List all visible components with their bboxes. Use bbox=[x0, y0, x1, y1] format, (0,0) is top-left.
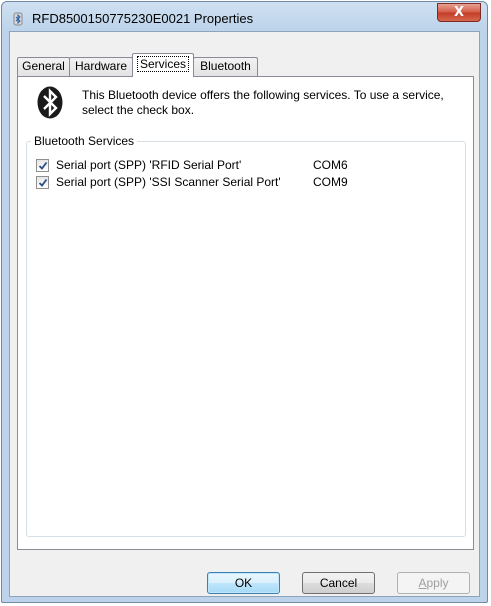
properties-window: RFD8500150775230E0021 Properties X Gener… bbox=[1, 1, 488, 603]
service-row-rfid: Serial port (SPP) 'RFID Serial Port' COM… bbox=[36, 158, 456, 174]
tab-bluetooth-label: Bluetooth bbox=[200, 59, 251, 73]
checkmark-icon bbox=[38, 161, 48, 170]
tab-services[interactable]: Services bbox=[132, 53, 194, 77]
tab-general[interactable]: General bbox=[17, 57, 70, 76]
cancel-label: Cancel bbox=[319, 576, 358, 590]
service-row-ssi: Serial port (SPP) 'SSI Scanner Serial Po… bbox=[36, 175, 456, 191]
group-label: Bluetooth Services bbox=[31, 134, 138, 148]
title-bar[interactable]: RFD8500150775230E0021 Properties X bbox=[2, 2, 487, 32]
service-port: COM9 bbox=[313, 175, 348, 189]
services-panel: This Bluetooth device offers the followi… bbox=[17, 76, 474, 550]
cancel-button[interactable]: Cancel bbox=[302, 572, 375, 594]
apply-label: pply bbox=[426, 576, 449, 590]
apply-mnemonic: A bbox=[418, 576, 427, 590]
tab-bluetooth[interactable]: Bluetooth bbox=[193, 57, 258, 76]
ok-label: OK bbox=[234, 576, 253, 590]
bluetooth-device-icon bbox=[13, 12, 23, 26]
tab-hardware-label: Hardware bbox=[74, 59, 128, 73]
service-port: COM6 bbox=[313, 158, 348, 172]
service-name: Serial port (SPP) 'SSI Scanner Serial Po… bbox=[56, 175, 281, 189]
dialog-client-area: General Hardware Services Bluetooth This… bbox=[9, 31, 480, 597]
service-checkbox-ssi[interactable] bbox=[36, 176, 49, 189]
bluetooth-icon bbox=[37, 86, 63, 119]
checkmark-icon bbox=[38, 178, 48, 187]
tab-hardware[interactable]: Hardware bbox=[69, 57, 133, 76]
tab-services-label: Services bbox=[136, 56, 189, 72]
tab-general-label: General bbox=[22, 59, 65, 73]
bluetooth-services-group: Bluetooth Services Serial port (SPP) 'RF… bbox=[26, 134, 466, 537]
service-checkbox-rfid[interactable] bbox=[36, 159, 49, 172]
apply-button[interactable]: Apply bbox=[397, 572, 470, 594]
service-name: Serial port (SPP) 'RFID Serial Port' bbox=[56, 158, 242, 172]
services-description: This Bluetooth device offers the followi… bbox=[82, 88, 444, 117]
close-button[interactable]: X bbox=[437, 3, 481, 22]
close-icon: X bbox=[453, 5, 465, 20]
window-title: RFD8500150775230E0021 Properties bbox=[32, 11, 254, 26]
ok-button[interactable]: OK bbox=[207, 572, 280, 594]
